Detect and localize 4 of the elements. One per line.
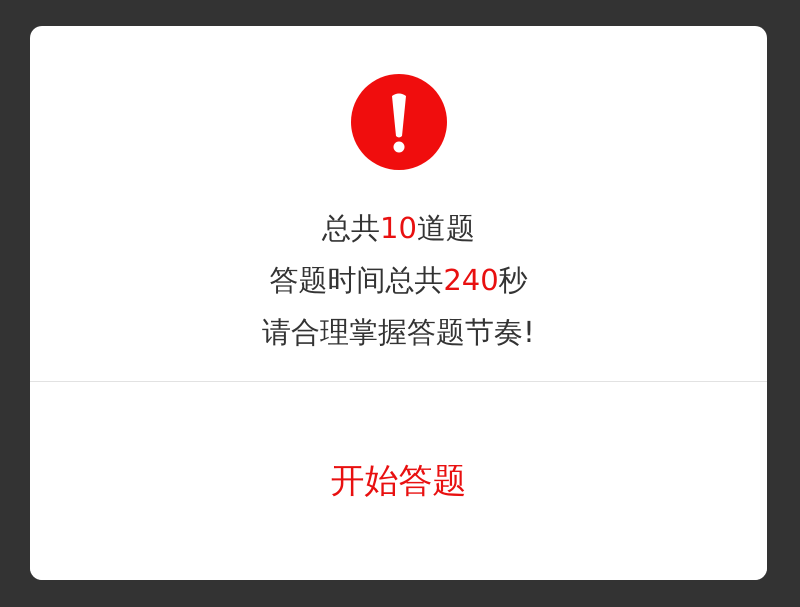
message-text: 答题时间总共240秒 bbox=[269, 262, 528, 299]
message-text: 请合理掌握答题节奏! bbox=[262, 314, 535, 351]
message-text: 总共10道题 bbox=[322, 210, 475, 247]
exclamation-icon bbox=[350, 74, 446, 170]
